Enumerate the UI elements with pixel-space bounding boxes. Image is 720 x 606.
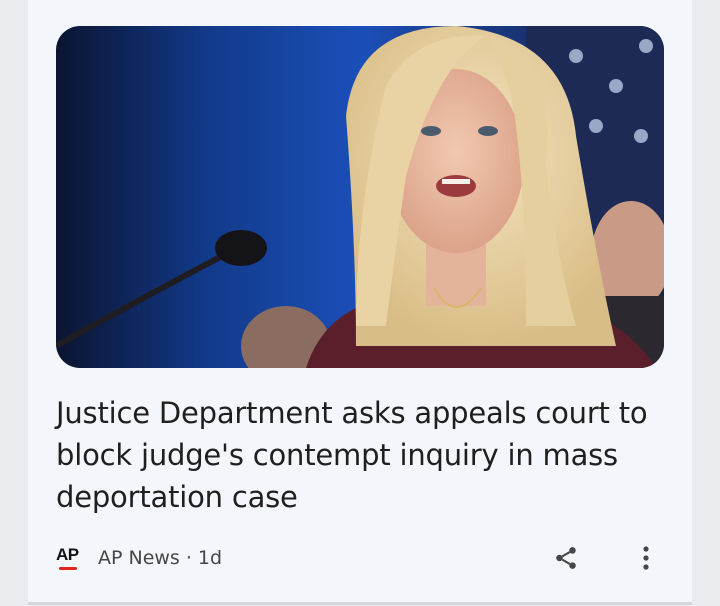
- article-source[interactable]: AP AP News · 1d: [56, 540, 222, 576]
- article-headline[interactable]: Justice Department asks appeals court to…: [56, 392, 656, 518]
- source-name: AP News: [98, 547, 180, 569]
- more-options-button[interactable]: [632, 540, 660, 576]
- article-age: 1d: [197, 547, 223, 569]
- news-card[interactable]: Justice Department asks appeals court to…: [28, 0, 692, 605]
- ap-logo-icon: AP: [56, 543, 84, 573]
- meta-separator: ·: [185, 547, 192, 569]
- share-button[interactable]: [548, 540, 584, 576]
- share-icon: [556, 547, 576, 569]
- article-photo: [56, 26, 664, 368]
- article-image[interactable]: [56, 26, 664, 368]
- more-vert-icon: [643, 546, 649, 570]
